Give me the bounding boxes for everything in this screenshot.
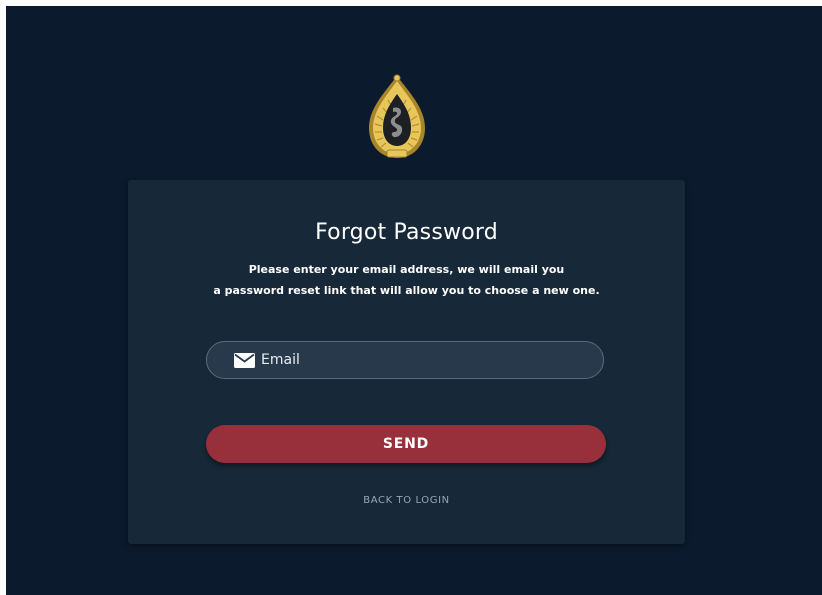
page-title: Forgot Password: [315, 220, 498, 245]
page-background: Forgot Password Please enter your email …: [6, 6, 822, 595]
description-line-2: a password reset link that will allow yo…: [213, 284, 600, 297]
send-button[interactable]: SEND: [206, 425, 606, 463]
email-input[interactable]: [261, 342, 581, 378]
forgot-password-card: Forgot Password Please enter your email …: [128, 180, 685, 544]
back-to-login-link[interactable]: BACK TO LOGIN: [128, 495, 685, 506]
description-line-1: Please enter your email address, we will…: [248, 263, 565, 276]
email-field[interactable]: [206, 341, 604, 379]
royal-emblem-icon: [369, 74, 425, 158]
envelope-icon: [234, 353, 255, 368]
